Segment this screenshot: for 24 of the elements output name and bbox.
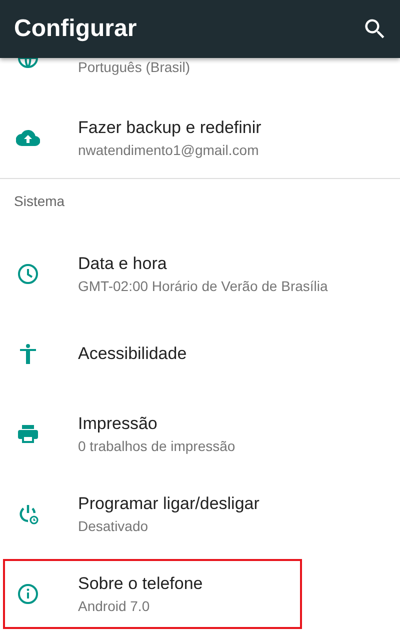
info-icon bbox=[16, 582, 40, 606]
settings-item[interactable]: Português (Brasil) bbox=[0, 58, 400, 98]
printer-icon bbox=[16, 422, 40, 446]
section-header: Sistema bbox=[14, 193, 65, 209]
item-subtitle: Desativado bbox=[78, 518, 150, 534]
settings-item[interactable]: Impressão 0 trabalhos de impressão bbox=[0, 394, 400, 474]
app-title: Configurar bbox=[14, 15, 137, 43]
settings-item[interactable]: Fazer backup e redefinir nwatendimento1@gmail.com bbox=[0, 98, 400, 178]
item-subtitle: Português (Brasil) bbox=[78, 59, 190, 75]
clock-icon bbox=[16, 262, 40, 286]
settings-item[interactable]: Programar ligar/desligar Desativado bbox=[0, 474, 400, 554]
item-title: Data e hora bbox=[78, 254, 168, 274]
settings-item[interactable]: Sobre o telefone Android 7.0 bbox=[0, 554, 400, 634]
item-subtitle: nwatendimento1@gmail.com bbox=[78, 142, 260, 158]
settings-item[interactable]: Data e hora GMT-02:00 Horário de Verão de Brasília bbox=[0, 234, 400, 314]
settings-item[interactable]: Acessibilidade bbox=[0, 314, 400, 394]
item-title: Acessibilidade bbox=[78, 344, 187, 364]
item-title: Sobre o telefone bbox=[78, 574, 203, 594]
item-title: Programar ligar/desligar bbox=[78, 494, 260, 514]
item-subtitle: GMT-02:00 Horário de Verão de Brasília bbox=[78, 278, 328, 294]
item-subtitle: Android 7.0 bbox=[78, 598, 151, 614]
item-title: Impressão bbox=[78, 414, 158, 434]
item-subtitle: 0 trabalhos de impressão bbox=[78, 438, 236, 454]
item-title: Fazer backup e redefinir bbox=[78, 118, 262, 138]
